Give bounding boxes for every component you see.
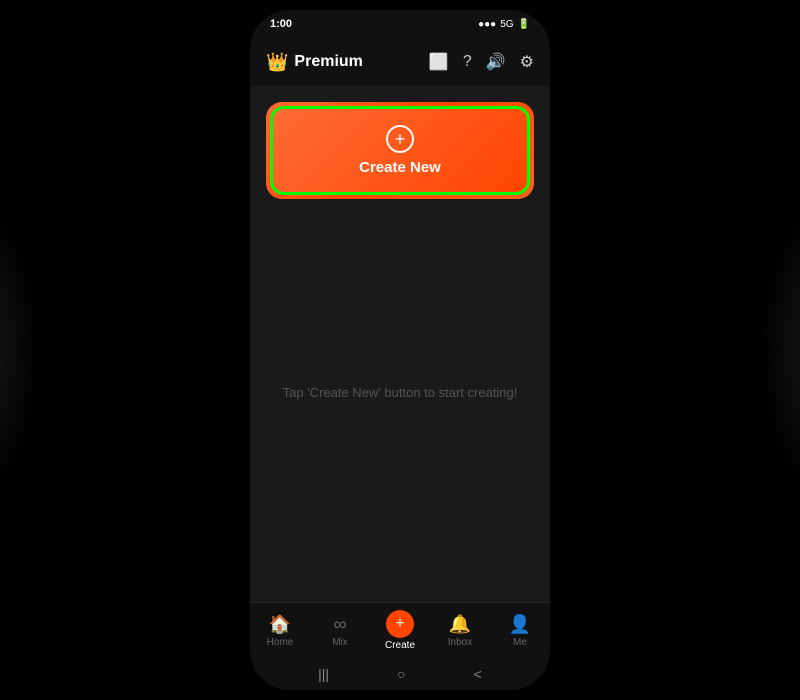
create-new-button[interactable]: + Create New bbox=[273, 109, 527, 192]
app-title: Premium bbox=[294, 53, 362, 71]
home-icon: 🏠 bbox=[269, 614, 291, 635]
nav-label-me: Me bbox=[513, 637, 527, 648]
bottom-nav: 🏠 Home ∞ Mix + Create 🔔 Inbox 👤 Me bbox=[250, 602, 550, 658]
android-home-btn[interactable]: ○ bbox=[397, 666, 405, 682]
status-right: ●●● 5G 🔋 bbox=[478, 19, 530, 30]
monitor-icon[interactable]: ⬜ bbox=[429, 52, 449, 72]
volume-icon[interactable]: 🔊 bbox=[486, 52, 506, 72]
create-btn-wrapper: + Create New bbox=[266, 102, 534, 199]
status-battery: 🔋 bbox=[518, 19, 530, 30]
nav-label-home: Home bbox=[267, 637, 294, 648]
me-icon: 👤 bbox=[509, 614, 531, 635]
nav-item-me[interactable]: 👤 Me bbox=[490, 614, 550, 648]
status-signal: ●●● bbox=[478, 19, 496, 30]
app-header: 👑 Premium ⬜ ? 🔊 ⚙ bbox=[250, 38, 550, 86]
header-actions: ⬜ ? 🔊 ⚙ bbox=[429, 52, 534, 72]
nav-label-create: Create bbox=[385, 640, 415, 651]
create-nav-icon: + bbox=[386, 610, 414, 638]
phone-frame: 1:00 ●●● 5G 🔋 👑 Premium ⬜ ? 🔊 ⚙ + bbox=[250, 10, 550, 690]
empty-state-text: Tap 'Create New' button to start creatin… bbox=[283, 385, 518, 400]
plus-circle-icon: + bbox=[386, 125, 414, 153]
nav-item-create[interactable]: + Create bbox=[370, 610, 430, 651]
mix-icon: ∞ bbox=[334, 614, 347, 635]
main-content: + Create New Tap 'Create New' button to … bbox=[250, 86, 550, 602]
nav-label-mix: Mix bbox=[332, 637, 348, 648]
empty-state: Tap 'Create New' button to start creatin… bbox=[266, 199, 534, 586]
android-nav-bar: ||| ○ < bbox=[250, 658, 550, 690]
status-time: 1:00 bbox=[270, 18, 292, 30]
status-bar: 1:00 ●●● 5G 🔋 bbox=[250, 10, 550, 38]
inbox-icon: 🔔 bbox=[449, 614, 471, 635]
crown-icon: 👑 bbox=[266, 52, 288, 73]
status-network: 5G bbox=[500, 19, 513, 30]
settings-icon[interactable]: ⚙ bbox=[520, 52, 534, 72]
android-back-btn[interactable]: < bbox=[474, 666, 482, 682]
create-btn-label: Create New bbox=[359, 159, 441, 176]
nav-label-inbox: Inbox bbox=[448, 637, 472, 648]
header-brand: 👑 Premium bbox=[266, 52, 363, 73]
create-btn-highlight: + Create New bbox=[270, 106, 530, 195]
nav-item-home[interactable]: 🏠 Home bbox=[250, 614, 310, 648]
nav-item-mix[interactable]: ∞ Mix bbox=[310, 614, 370, 648]
android-menu-btn[interactable]: ||| bbox=[318, 666, 329, 682]
help-icon[interactable]: ? bbox=[463, 53, 472, 71]
nav-item-inbox[interactable]: 🔔 Inbox bbox=[430, 614, 490, 648]
